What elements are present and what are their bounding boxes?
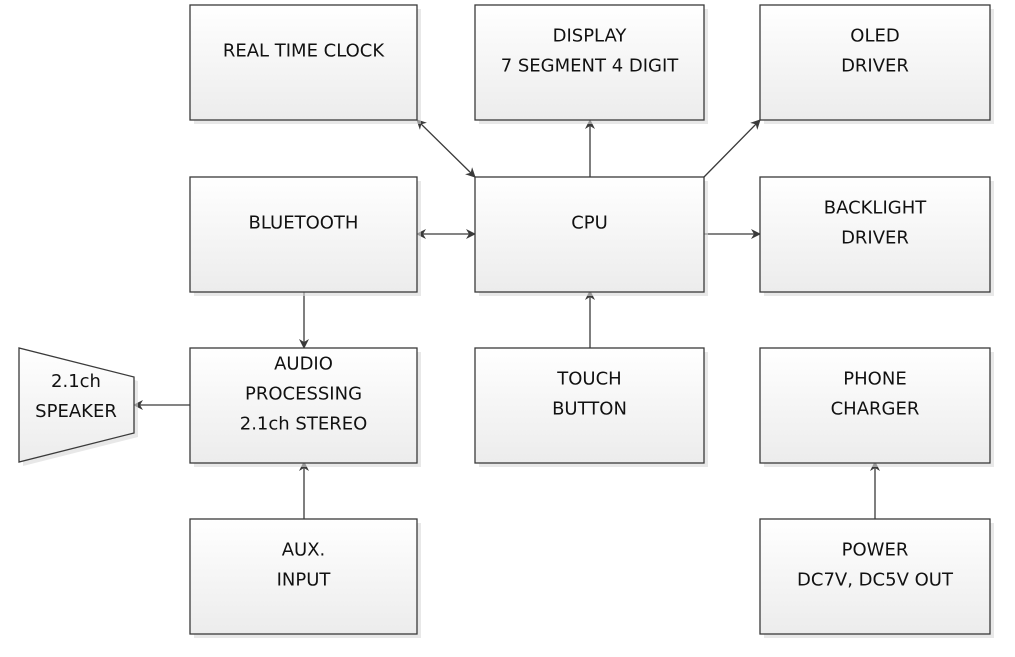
block-power: POWER DC7V, DC5V OUT	[759, 518, 994, 638]
block-label: INPUT	[277, 570, 332, 591]
block-label: OLED	[850, 26, 899, 47]
arrow-cpu-oled	[703, 119, 761, 178]
block-label: AUX.	[282, 540, 326, 561]
block-diagram: REAL TIME CLOCK DISPLAY 7 SEGMENT 4 DIGIT O…	[18, 4, 994, 638]
arrow-rtc-cpu	[416, 119, 476, 178]
block-charger: PHONE CHARGER	[759, 347, 994, 467]
block-label: TOUCH	[556, 369, 621, 390]
block-audio: AUDIO PROCESSING 2.1ch STEREO	[189, 347, 421, 467]
block-cpu: CPU	[474, 176, 708, 296]
block-bluetooth: BLUETOOTH	[189, 176, 421, 296]
block-display: DISPLAY 7 SEGMENT 4 DIGIT	[474, 4, 708, 124]
block-label: SPEAKER	[35, 401, 117, 422]
block-aux: AUX. INPUT	[189, 518, 421, 638]
block-touch: TOUCH BUTTON	[474, 347, 708, 467]
block-label: BACKLIGHT	[824, 198, 928, 219]
block-backlight: BACKLIGHT DRIVER	[759, 176, 994, 296]
block-label: 2.1ch STEREO	[240, 414, 368, 435]
block-label: DC7V, DC5V OUT	[797, 570, 954, 591]
block-label: CPU	[571, 213, 608, 234]
block-label: BLUETOOTH	[249, 213, 359, 234]
block-label: DRIVER	[841, 228, 909, 249]
speaker-icon: 2.1ch SPEAKER	[18, 347, 138, 466]
block-label: PHONE	[843, 369, 906, 390]
block-label: PROCESSING	[245, 384, 362, 405]
block-label: DISPLAY	[553, 26, 628, 47]
block-label: AUDIO	[274, 354, 333, 375]
block-label: 7 SEGMENT 4 DIGIT	[501, 56, 680, 77]
block-label: CHARGER	[831, 399, 920, 420]
block-label: POWER	[842, 540, 909, 561]
block-label: 2.1ch	[51, 371, 101, 392]
block-rtc: REAL TIME CLOCK	[189, 4, 421, 124]
block-label: BUTTON	[552, 399, 627, 420]
block-oled: OLED DRIVER	[759, 4, 994, 124]
block-label: DRIVER	[841, 56, 909, 77]
block-label: REAL TIME CLOCK	[223, 41, 386, 62]
